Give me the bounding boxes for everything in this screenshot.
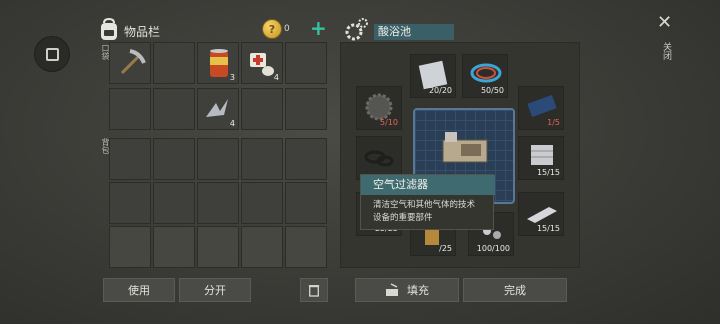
- item-count: /25: [439, 244, 452, 253]
- trash-icon: [308, 285, 320, 297]
- backpack-slot[interactable]: [285, 138, 327, 180]
- use-button[interactable]: 使用: [103, 278, 175, 302]
- fill-icon: [386, 283, 398, 296]
- backpack-row-3: [109, 226, 327, 268]
- circuit-board-slot[interactable]: 1/5: [518, 86, 564, 130]
- inventory-slot[interactable]: 3: [197, 42, 239, 84]
- close-icon[interactable]: ✕: [657, 12, 672, 33]
- square-icon: [45, 47, 59, 61]
- backpack-slot[interactable]: [241, 182, 283, 224]
- item-tooltip: 空气过滤器 清洁空气和其他气体的技术 设备的重要部件: [360, 174, 495, 230]
- item-count: 50/50: [480, 86, 504, 95]
- inventory-slot[interactable]: 4: [241, 42, 283, 84]
- menu-button[interactable]: [34, 36, 70, 72]
- item-count: 20/20: [428, 86, 452, 95]
- saw-blade-slot[interactable]: 5/10: [356, 86, 402, 130]
- item-count: 100/100: [476, 244, 510, 253]
- item-count: 4: [273, 73, 279, 82]
- coin-icon: ?: [262, 19, 282, 39]
- workstation-title: 酸浴池: [374, 24, 454, 40]
- tooltip-title: 空气过滤器: [361, 175, 495, 195]
- wire-coil-slot[interactable]: 50/50: [462, 54, 508, 98]
- tooltip-desc-line-2: 设备的重要部件: [373, 213, 433, 223]
- backpack-row-2: [109, 182, 327, 224]
- item-count: 1/5: [547, 118, 560, 127]
- inventory-slot[interactable]: [241, 88, 283, 130]
- backpack-slot[interactable]: [153, 138, 195, 180]
- locked-slot: [197, 226, 239, 268]
- inventory-slot[interactable]: [109, 42, 151, 84]
- inventory-slot[interactable]: [109, 88, 151, 130]
- fill-button[interactable]: 填充: [355, 278, 459, 302]
- item-count: 3: [229, 73, 235, 82]
- item-count: 5/10: [380, 118, 398, 127]
- backpack-slot[interactable]: [285, 182, 327, 224]
- trash-button[interactable]: [300, 278, 328, 302]
- fill-label: 填充: [407, 284, 429, 297]
- coin-count: 0: [284, 24, 290, 34]
- inventory-title: 物品栏: [124, 25, 161, 39]
- locked-slot: [241, 226, 283, 268]
- pickaxe-icon: [120, 49, 146, 75]
- close-label[interactable]: 关闭: [660, 42, 673, 60]
- sheet-metal-slot[interactable]: 20/20: [410, 54, 456, 98]
- item-count: 15/15: [536, 168, 560, 177]
- item-count: 15/15: [536, 224, 560, 233]
- inventory-slot[interactable]: [285, 42, 327, 84]
- metal-bars-slot[interactable]: 15/15: [518, 192, 564, 236]
- inventory-slot[interactable]: 4: [197, 88, 239, 130]
- inventory-row-2: 4: [109, 88, 327, 130]
- add-coins-button[interactable]: +: [310, 18, 327, 38]
- inventory-row-1: 3 4: [109, 42, 327, 84]
- locked-slot: [285, 226, 327, 268]
- backpack-row-1: [109, 138, 327, 180]
- acid-bath-icon: [442, 132, 488, 163]
- inventory-slot[interactable]: [153, 88, 195, 130]
- backpack-slot[interactable]: [241, 138, 283, 180]
- locked-slot: [153, 226, 195, 268]
- split-button[interactable]: 分开: [179, 278, 251, 302]
- tooltip-desc-line-1: 清洁空气和其他气体的技术: [373, 200, 476, 210]
- inventory-slot[interactable]: [285, 88, 327, 130]
- locked-slot: [109, 226, 151, 268]
- backpack-slot[interactable]: [109, 182, 151, 224]
- gear-icon: [345, 18, 368, 41]
- backpack-slot[interactable]: [109, 138, 151, 180]
- tooltip-description: 清洁空气和其他气体的技术 设备的重要部件: [373, 199, 493, 225]
- backpack-icon: [101, 18, 117, 40]
- item-count: 4: [229, 119, 235, 128]
- backpack-slot[interactable]: [197, 182, 239, 224]
- finish-button[interactable]: 完成: [463, 278, 567, 302]
- backpack-slot[interactable]: [153, 182, 195, 224]
- engine-block-slot[interactable]: 15/15: [518, 136, 564, 180]
- inventory-slot[interactable]: [153, 42, 195, 84]
- backpack-slot[interactable]: [197, 138, 239, 180]
